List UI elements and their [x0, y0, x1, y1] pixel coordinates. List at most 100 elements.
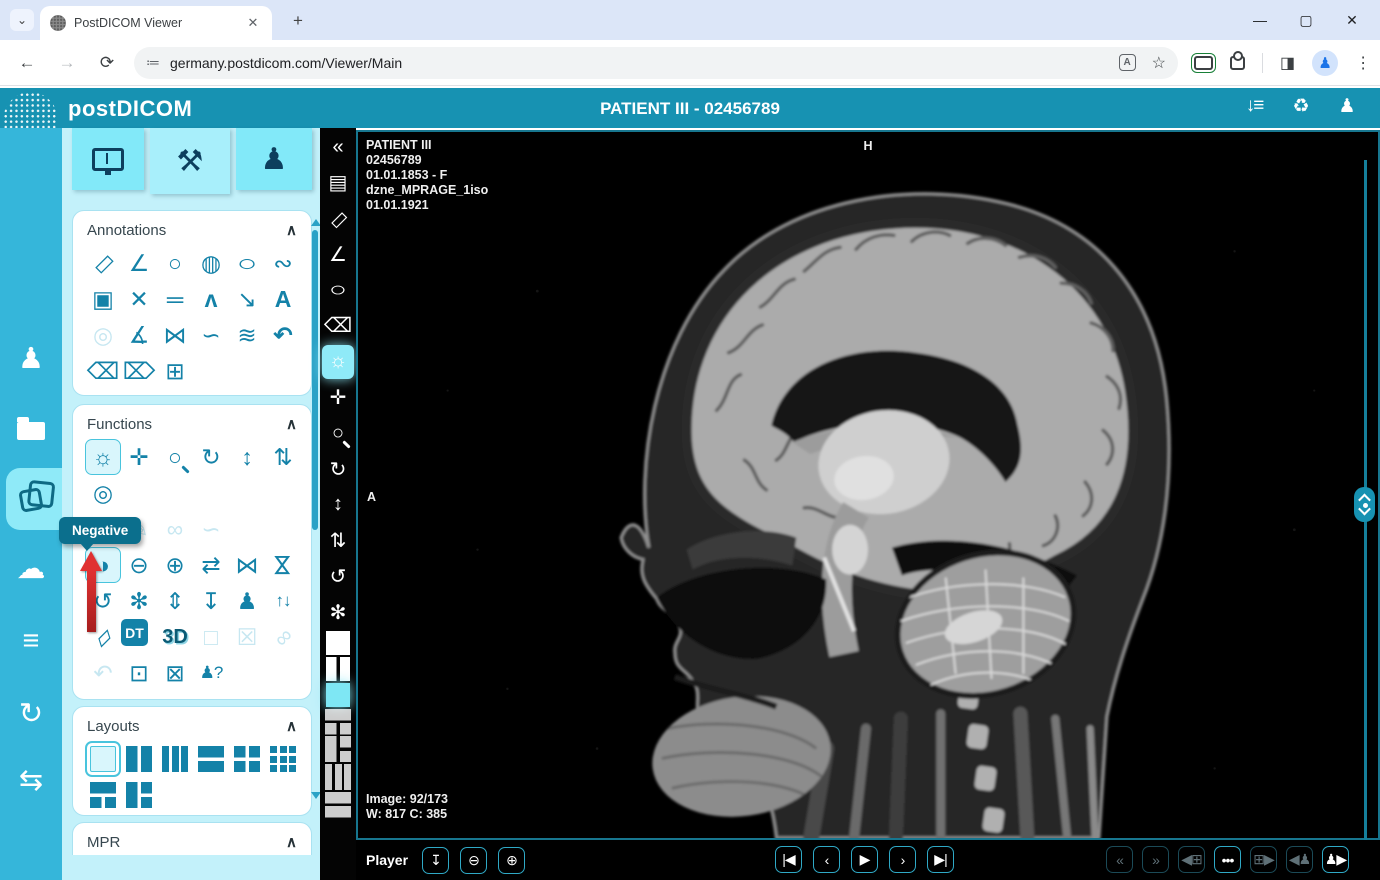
next-series-button[interactable]: ⊞▶: [1250, 846, 1277, 873]
collapse-annotations-icon[interactable]: ∧: [286, 221, 297, 239]
reset-gear-icon[interactable]: ↺: [322, 560, 354, 594]
studies-cards-icon[interactable]: [0, 472, 62, 528]
layout-2x1[interactable]: [198, 746, 224, 772]
ellipse-icon[interactable]: ○: [314, 273, 362, 307]
minimize-button[interactable]: —: [1248, 8, 1272, 32]
freehand-bone-icon[interactable]: ∽: [193, 511, 229, 547]
play-button[interactable]: ▶: [851, 846, 878, 873]
bookmark-star-icon[interactable]: ☆: [1152, 53, 1166, 73]
flip-page-icon[interactable]: ⇄: [193, 547, 229, 583]
eraser-icon[interactable]: ⌫: [322, 309, 354, 343]
share-sync-icon[interactable]: ↻: [0, 685, 62, 741]
dashed-roi-icon[interactable]: □: [193, 619, 229, 655]
bone-rotate-icon[interactable]: ∞: [258, 612, 309, 663]
user-help-icon[interactable]: ♟?: [193, 655, 229, 691]
cine-download-button[interactable]: ↧: [422, 846, 450, 874]
collapse-panel-icon[interactable]: «: [322, 130, 354, 164]
speed-down-button[interactable]: ⊖: [460, 846, 488, 874]
trash-icon[interactable]: ♻: [1288, 95, 1312, 118]
site-settings-icon[interactable]: ≔: [146, 54, 160, 71]
erase-all-icon[interactable]: ⌦: [121, 353, 157, 389]
bone-icon[interactable]: ∞: [157, 511, 193, 547]
ruler-icon[interactable]: ▭: [315, 195, 362, 242]
collapse-mpr-icon[interactable]: ∧: [286, 833, 297, 851]
previous-image-button[interactable]: ‹: [813, 846, 840, 873]
tab-patient-info[interactable]: ♟: [236, 128, 312, 190]
window-level-icon[interactable]: ☼: [322, 344, 354, 379]
polyline-icon[interactable]: ʌ: [193, 281, 229, 317]
tab-viewer-monitor[interactable]: [72, 128, 144, 190]
layout-1x3[interactable]: [162, 746, 188, 772]
maximize-button[interactable]: ▢: [1294, 8, 1318, 32]
layout-2x1-outline[interactable]: [325, 791, 351, 818]
report-document-icon[interactable]: ▤: [322, 166, 354, 200]
layout-current-cyan[interactable]: [326, 682, 350, 707]
layout-1left-2right-outline[interactable]: [325, 736, 351, 763]
spline-icon[interactable]: ≋: [229, 317, 265, 353]
patient-height-icon[interactable]: ♟: [229, 583, 265, 619]
text-annotation-icon[interactable]: A: [265, 281, 301, 317]
collapse-vertical-icon[interactable]: ↧: [193, 583, 229, 619]
first-image-button[interactable]: |◀: [775, 846, 802, 873]
transfer-devices-icon[interactable]: ⇆: [0, 752, 62, 808]
shutter-icon[interactable]: ◎: [85, 475, 121, 511]
rotate-icon[interactable]: ↻: [322, 452, 354, 486]
collapse-functions-icon[interactable]: ∧: [286, 415, 297, 433]
new-tab-button[interactable]: +: [286, 10, 310, 32]
previous-series-button[interactable]: ◀⊞: [1178, 846, 1205, 873]
tab-search-caret[interactable]: ⌄: [10, 9, 34, 31]
magnify-icon[interactable]: ○: [322, 416, 354, 450]
probe-icon[interactable]: ◎: [85, 317, 121, 353]
circle-icon[interactable]: ○: [157, 245, 193, 281]
layout-1x1-white[interactable]: [326, 631, 350, 656]
cross-lines-icon[interactable]: ✕: [121, 281, 157, 317]
stretch-vertical-icon[interactable]: ↕: [322, 488, 354, 522]
seek-forward-button[interactable]: »: [1142, 846, 1169, 873]
more-options-button[interactable]: •••: [1214, 846, 1241, 873]
profile-avatar[interactable]: ♟: [1312, 49, 1339, 76]
reload-button[interactable]: ⟳: [94, 50, 120, 76]
arrow-icon[interactable]: ↘: [229, 281, 265, 317]
ellipse-icon[interactable]: ○: [220, 245, 274, 281]
previous-patient-button[interactable]: ◀♟: [1286, 846, 1313, 873]
back-button[interactable]: ←: [14, 50, 40, 76]
dt-icon[interactable]: DT: [121, 619, 148, 646]
collapse-layouts-icon[interactable]: ∧: [286, 717, 297, 735]
image-lock-icon[interactable]: ⊠: [157, 655, 193, 691]
browser-tab[interactable]: PostDICOM Viewer ✕: [40, 6, 272, 40]
image-history-icon[interactable]: ⊡: [121, 655, 157, 691]
zoom-out-icon[interactable]: ⊖: [121, 547, 157, 583]
account-icon[interactable]: ♟: [1334, 95, 1358, 118]
stack-scroll-icon[interactable]: ⇅: [265, 439, 301, 475]
window-level-icon[interactable]: ☼: [85, 439, 121, 475]
last-image-button[interactable]: ▶|: [927, 846, 954, 873]
effects-gear-icon[interactable]: ✻: [121, 583, 157, 619]
layout-1x1[interactable]: [85, 741, 121, 777]
url-text[interactable]: germany.postdicom.com/Viewer/Main: [170, 55, 1109, 71]
pan-icon[interactable]: ✛: [121, 439, 157, 475]
seek-back-button[interactable]: «: [1106, 846, 1133, 873]
folders-icon[interactable]: [0, 400, 62, 456]
threed-icon[interactable]: 3D: [157, 619, 193, 655]
parallel-lines-icon[interactable]: ═: [157, 281, 193, 317]
patients-icon[interactable]: ♟: [0, 330, 62, 386]
zoom-in-icon[interactable]: ⊕: [157, 547, 193, 583]
close-button[interactable]: ✕: [1340, 8, 1364, 32]
tab-tools[interactable]: ⚒: [150, 128, 230, 194]
layout-1x3-outline[interactable]: [325, 764, 351, 791]
freehand-region-icon[interactable]: ∽: [193, 317, 229, 353]
layout-2x2[interactable]: [234, 746, 260, 772]
side-panel-icon[interactable]: ◨: [1280, 53, 1295, 73]
sort-download-icon[interactable]: ↓≡: [1242, 95, 1266, 118]
stack-scroll-icon[interactable]: ⇅: [322, 524, 354, 558]
forward-button[interactable]: →: [54, 50, 80, 76]
menu-kebab-icon[interactable]: ⋮: [1355, 53, 1371, 73]
layout-1x2-white[interactable]: [326, 656, 350, 681]
rotate-icon[interactable]: ↻: [193, 439, 229, 475]
stretch-vertical-icon[interactable]: ↕: [229, 439, 265, 475]
tab-close-icon[interactable]: ✕: [244, 14, 262, 32]
translate-icon[interactable]: A: [1118, 54, 1136, 71]
pan-icon[interactable]: ✛: [322, 381, 354, 415]
url-bar[interactable]: ≔ germany.postdicom.com/Viewer/Main A ☆: [134, 46, 1178, 79]
mirror-horizontal-icon[interactable]: ⋈: [229, 547, 265, 583]
